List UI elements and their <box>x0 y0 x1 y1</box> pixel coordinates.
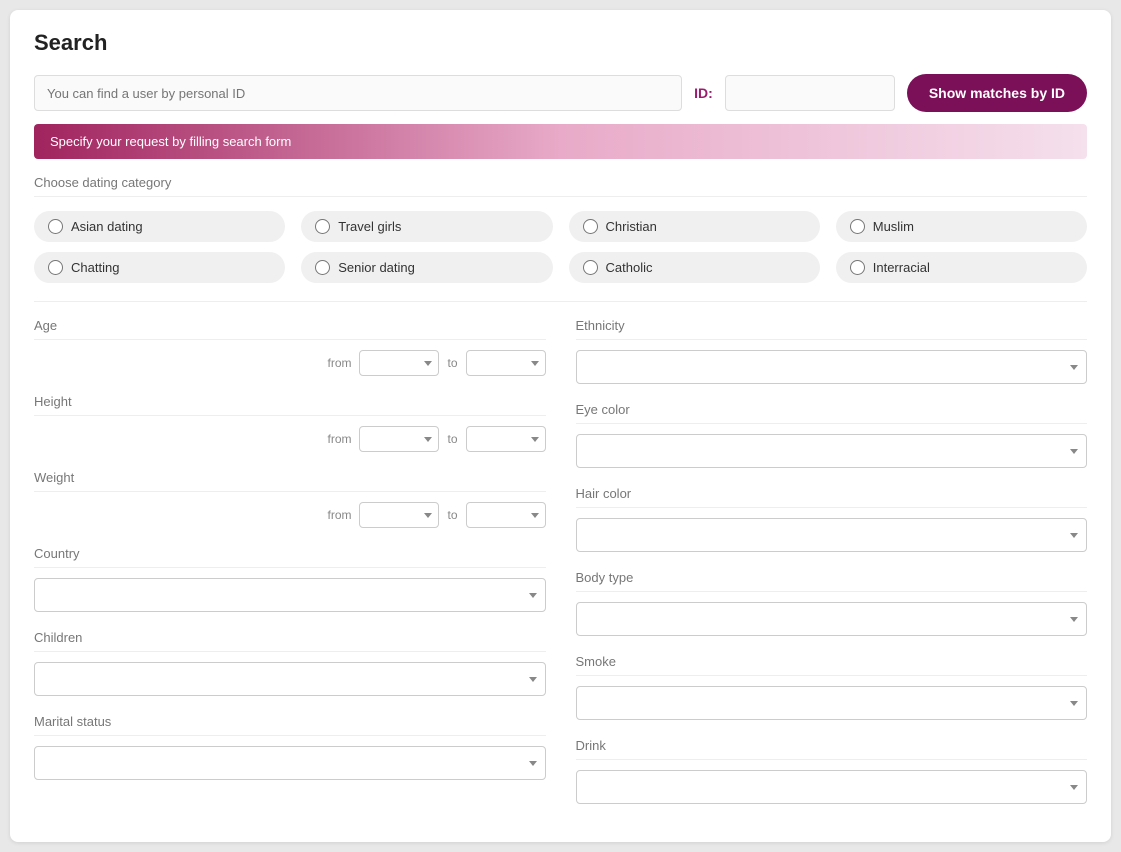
label-chatting: Chatting <box>71 260 119 275</box>
ethnicity-title: Ethnicity <box>576 318 1088 340</box>
hair-color-select[interactable] <box>576 518 1088 552</box>
category-asian[interactable]: Asian dating <box>34 211 285 242</box>
filter-age: Age from to <box>34 318 546 376</box>
height-range-row: from to <box>34 426 546 452</box>
smoke-title: Smoke <box>576 654 1088 676</box>
label-senior: Senior dating <box>338 260 415 275</box>
show-matches-button[interactable]: Show matches by ID <box>907 74 1087 112</box>
label-interracial: Interracial <box>873 260 930 275</box>
radio-senior[interactable] <box>315 260 330 275</box>
age-title: Age <box>34 318 546 340</box>
category-travel[interactable]: Travel girls <box>301 211 552 242</box>
radio-christian[interactable] <box>583 219 598 234</box>
weight-to-select[interactable] <box>466 502 546 528</box>
category-senior[interactable]: Senior dating <box>301 252 552 283</box>
radio-catholic[interactable] <box>583 260 598 275</box>
filter-smoke: Smoke <box>576 654 1088 720</box>
id-label: ID: <box>694 85 713 101</box>
filters-grid: Age from to Height from to Weight <box>34 318 1087 822</box>
height-to-label: to <box>447 432 457 446</box>
height-from-select[interactable] <box>359 426 439 452</box>
filter-hair-color: Hair color <box>576 486 1088 552</box>
smoke-select[interactable] <box>576 686 1088 720</box>
radio-chatting[interactable] <box>48 260 63 275</box>
height-from-label: from <box>327 432 351 446</box>
weight-title: Weight <box>34 470 546 492</box>
filter-ethnicity: Ethnicity <box>576 318 1088 384</box>
category-christian[interactable]: Christian <box>569 211 820 242</box>
filter-drink: Drink <box>576 738 1088 804</box>
radio-interracial[interactable] <box>850 260 865 275</box>
search-hint-input[interactable] <box>34 75 682 111</box>
body-type-select[interactable] <box>576 602 1088 636</box>
eye-color-select[interactable] <box>576 434 1088 468</box>
left-filters: Age from to Height from to Weight <box>34 318 546 822</box>
main-container: Search ID: Show matches by ID Specify yo… <box>10 10 1111 842</box>
filter-children: Children <box>34 630 546 696</box>
filter-marital-status: Marital status <box>34 714 546 780</box>
marital-status-title: Marital status <box>34 714 546 736</box>
weight-from-label: from <box>327 508 351 522</box>
age-from-select[interactable] <box>359 350 439 376</box>
page-title: Search <box>34 30 1087 56</box>
drink-select[interactable] <box>576 770 1088 804</box>
category-muslim[interactable]: Muslim <box>836 211 1087 242</box>
weight-range-row: from to <box>34 502 546 528</box>
drink-title: Drink <box>576 738 1088 760</box>
height-to-select[interactable] <box>466 426 546 452</box>
id-input[interactable] <box>725 75 895 111</box>
age-to-select[interactable] <box>466 350 546 376</box>
hair-color-title: Hair color <box>576 486 1088 508</box>
weight-from-select[interactable] <box>359 502 439 528</box>
eye-color-title: Eye color <box>576 402 1088 424</box>
category-interracial[interactable]: Interracial <box>836 252 1087 283</box>
divider <box>34 301 1087 302</box>
filter-height: Height from to <box>34 394 546 452</box>
label-travel: Travel girls <box>338 219 401 234</box>
ethnicity-select[interactable] <box>576 350 1088 384</box>
country-title: Country <box>34 546 546 568</box>
marital-status-select[interactable] <box>34 746 546 780</box>
filter-body-type: Body type <box>576 570 1088 636</box>
body-type-title: Body type <box>576 570 1088 592</box>
category-chatting[interactable]: Chatting <box>34 252 285 283</box>
label-asian: Asian dating <box>71 219 143 234</box>
age-range-row: from to <box>34 350 546 376</box>
categories-grid: Asian dating Travel girls Christian Musl… <box>34 211 1087 283</box>
label-christian: Christian <box>606 219 657 234</box>
category-label: Choose dating category <box>34 175 1087 197</box>
height-title: Height <box>34 394 546 416</box>
filter-country: Country <box>34 546 546 612</box>
category-section: Choose dating category Asian dating Trav… <box>34 175 1087 283</box>
weight-to-label: to <box>447 508 457 522</box>
radio-muslim[interactable] <box>850 219 865 234</box>
children-title: Children <box>34 630 546 652</box>
country-select[interactable] <box>34 578 546 612</box>
radio-travel[interactable] <box>315 219 330 234</box>
banner: Specify your request by filling search f… <box>34 124 1087 159</box>
filter-eye-color: Eye color <box>576 402 1088 468</box>
children-select[interactable] <box>34 662 546 696</box>
age-from-label: from <box>327 356 351 370</box>
filter-weight: Weight from to <box>34 470 546 528</box>
label-muslim: Muslim <box>873 219 914 234</box>
age-to-label: to <box>447 356 457 370</box>
label-catholic: Catholic <box>606 260 653 275</box>
radio-asian[interactable] <box>48 219 63 234</box>
right-filters: Ethnicity Eye color Hair color Body type… <box>576 318 1088 822</box>
category-catholic[interactable]: Catholic <box>569 252 820 283</box>
search-bar: ID: Show matches by ID <box>34 74 1087 112</box>
